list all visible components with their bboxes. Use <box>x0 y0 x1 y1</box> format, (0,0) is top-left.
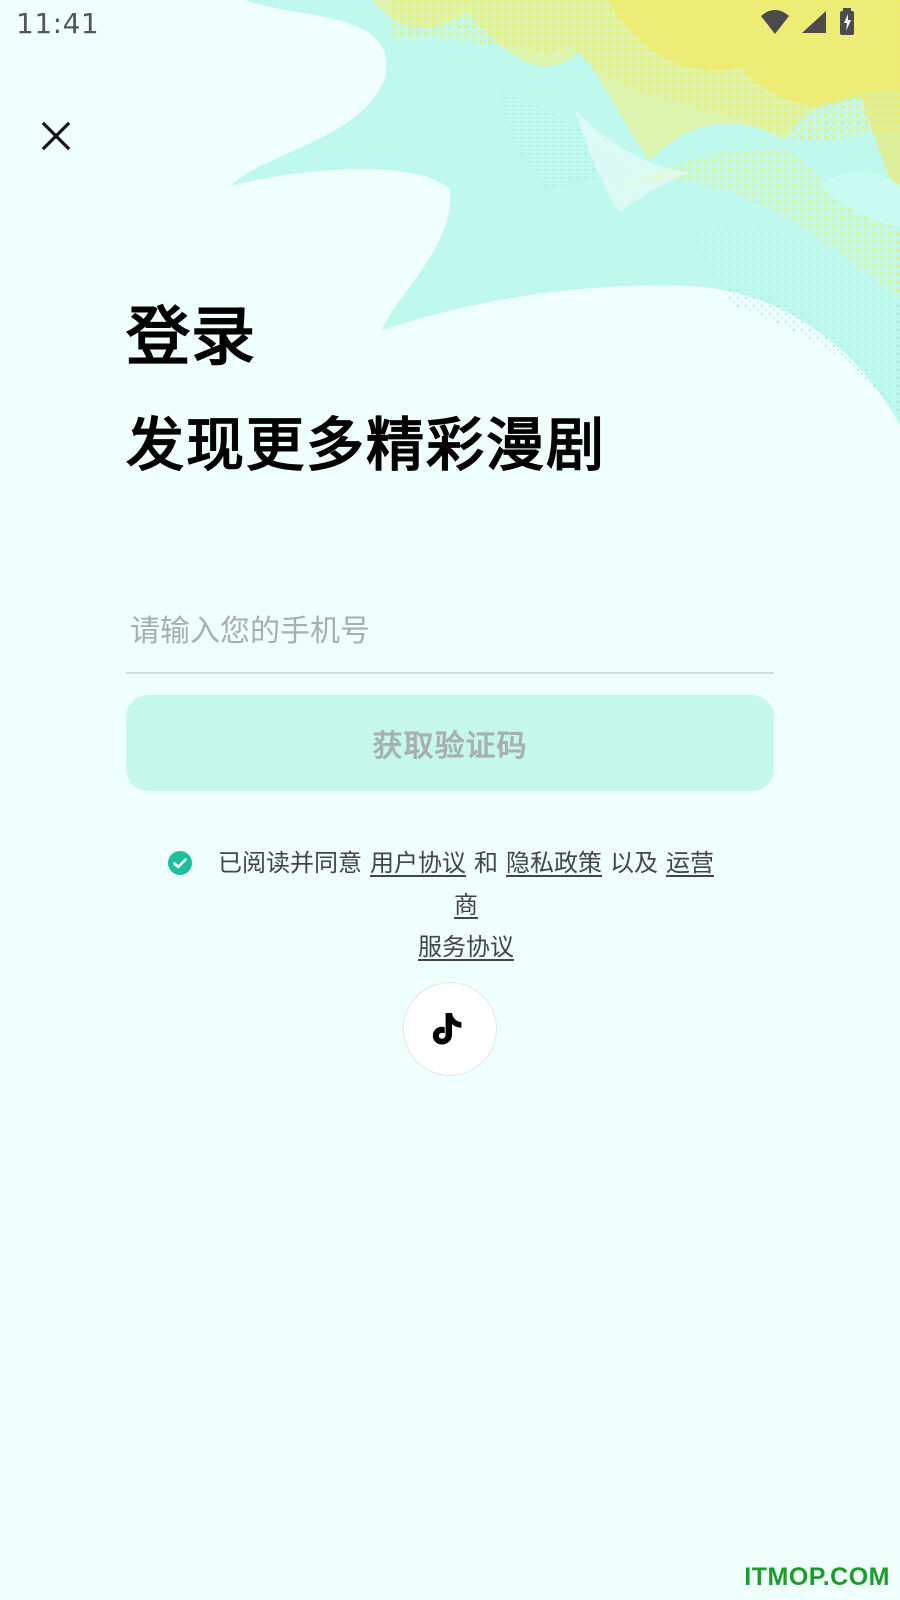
privacy-policy-link[interactable]: 隐私政策 <box>506 849 602 877</box>
agreement-and: 和 <box>474 849 498 877</box>
status-time: 11:41 <box>16 7 100 40</box>
close-icon <box>41 121 71 151</box>
status-bar: 11:41 <box>0 0 900 50</box>
battery-charging-icon <box>840 8 854 35</box>
operator-agreement-link-line2[interactable]: 服务协议 <box>418 933 514 961</box>
watermark: ITMOP.COM <box>744 1563 890 1591</box>
douyin-icon <box>432 1013 462 1045</box>
agreement-and-also: 以及 <box>610 849 658 877</box>
douyin-login-button[interactable] <box>403 982 497 1076</box>
phone-number-input[interactable] <box>126 590 774 674</box>
get-verification-code-button[interactable]: 获取验证码 <box>126 695 774 791</box>
page-title: 登录 <box>126 301 256 375</box>
page-subtitle: 发现更多精彩漫剧 <box>126 411 607 479</box>
decorative-background <box>230 0 900 425</box>
close-button[interactable] <box>36 116 76 156</box>
cellular-signal-icon <box>802 11 826 33</box>
status-icons <box>760 8 856 36</box>
wifi-icon <box>761 10 789 34</box>
agreement-checkbox[interactable] <box>167 850 193 876</box>
check-circle-icon <box>168 851 192 875</box>
agreement-section: 已阅读并同意 用户协议和隐私政策 以及 运营商 服务协议 <box>126 842 774 968</box>
agreement-prefix: 已阅读并同意 <box>218 849 362 877</box>
user-agreement-link[interactable]: 用户协议 <box>370 849 466 877</box>
agreement-text: 已阅读并同意 用户协议和隐私政策 以及 运营商 服务协议 <box>126 842 774 968</box>
